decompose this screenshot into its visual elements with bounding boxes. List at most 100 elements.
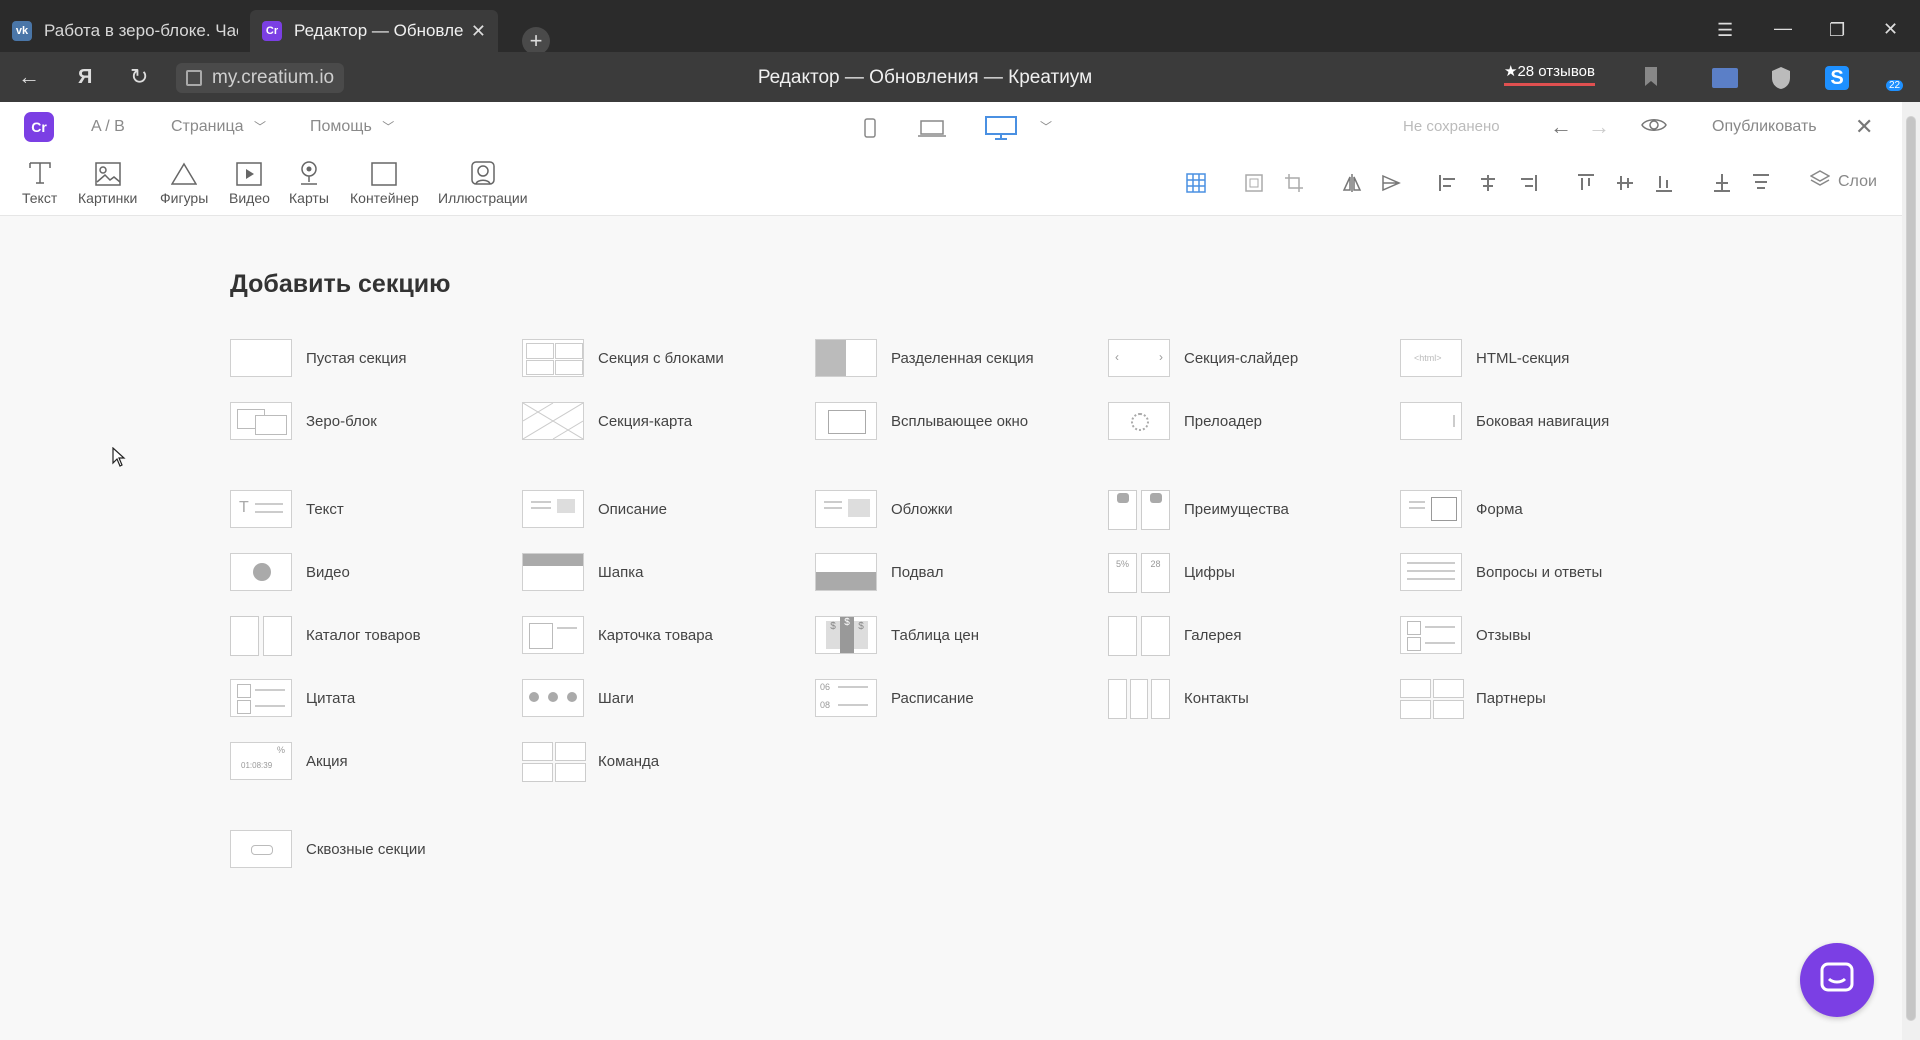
url-field[interactable]: my.creatium.io <box>176 63 345 93</box>
menu-icon[interactable]: ☰ <box>1717 20 1733 41</box>
help-menu[interactable]: Помощь ﹀ <box>310 118 394 136</box>
tool-label: Иллюстрации <box>438 190 528 206</box>
new-tab-button[interactable]: + <box>522 27 550 55</box>
numbers-section-thumb: 5% 28 <box>1108 553 1170 593</box>
tablet-view-icon[interactable] <box>918 120 946 143</box>
section-footer[interactable]: Подвал <box>815 553 943 591</box>
promo-section-thumb: % 01:08:39 <box>230 742 292 780</box>
section-blocks[interactable]: Секция с блоками <box>522 339 724 377</box>
section-promo[interactable]: % 01:08:39 Акция <box>230 742 348 780</box>
align-bottom-icon[interactable] <box>1653 172 1675 194</box>
section-slider[interactable]: ‹ › Секция-слайдер <box>1108 339 1298 377</box>
section-gallery[interactable]: Галерея <box>1108 616 1242 656</box>
undo-icon[interactable]: ← <box>1550 114 1572 140</box>
shield-icon[interactable] <box>1770 66 1794 90</box>
section-map[interactable]: Секция-карта <box>522 402 692 440</box>
section-price-table[interactable]: $ $ $ Таблица цен <box>815 616 979 654</box>
section-quote[interactable]: Цитата <box>230 679 355 717</box>
browser-tab-2[interactable]: Cr Редактор — Обновлени ✕ <box>250 10 498 52</box>
chat-widget-button[interactable] <box>1800 943 1874 1017</box>
section-split[interactable]: Разделенная секция <box>815 339 1034 377</box>
grid-icon[interactable] <box>1185 172 1207 194</box>
tool-video[interactable]: Видео <box>229 158 270 206</box>
tool-container[interactable]: Контейнер <box>350 158 419 206</box>
page-menu[interactable]: Страница ﹀ <box>171 118 266 136</box>
creatium-logo[interactable]: Cr <box>24 112 54 142</box>
illustration-icon <box>470 158 496 186</box>
section-empty[interactable]: Пустая секция <box>230 339 406 377</box>
tool-images[interactable]: Картинки <box>78 158 137 206</box>
section-html[interactable]: <html> HTML-секция <box>1400 339 1569 377</box>
team-section-thumb <box>522 742 586 782</box>
tool-maps[interactable]: Карты <box>289 158 329 206</box>
section-catalog[interactable]: Каталог товаров <box>230 616 421 656</box>
section-advantages[interactable]: Преимущества <box>1108 490 1289 530</box>
align-top-icon[interactable] <box>1575 172 1597 194</box>
tool-text[interactable]: Текст <box>22 158 57 206</box>
align-middle-icon[interactable] <box>1614 172 1636 194</box>
download-icon[interactable]: 22 <box>1880 66 1904 91</box>
yandex-icon[interactable]: Я <box>78 66 92 89</box>
section-steps[interactable]: Шаги <box>522 679 634 717</box>
section-through[interactable]: Сквозные секции <box>230 830 426 868</box>
tool-shapes[interactable]: Фигуры <box>160 158 208 206</box>
browser-tab-1[interactable]: vk Работа в зеро-блоке. Час <box>0 10 250 52</box>
align-left-icon[interactable] <box>1437 172 1459 194</box>
page-scrollbar[interactable] <box>1902 102 1920 1040</box>
section-team[interactable]: Команда <box>522 742 659 782</box>
html-thumb-text: <html> <box>1414 353 1442 363</box>
section-description[interactable]: Описание <box>522 490 667 528</box>
section-zero-block[interactable]: Зеро-блок <box>230 402 377 440</box>
minimize-icon[interactable]: — <box>1774 18 1792 39</box>
close-tab-icon[interactable]: ✕ <box>471 21 486 42</box>
s-extension-icon[interactable]: S <box>1825 66 1849 90</box>
preloader-section-thumb <box>1108 402 1170 440</box>
restore-icon[interactable]: ❐ <box>1829 20 1845 41</box>
section-contacts[interactable]: Контакты <box>1108 679 1249 719</box>
address-bar-row: ← Я ↻ my.creatium.io Редактор — Обновлен… <box>0 52 1920 102</box>
section-preloader[interactable]: Прелоадер <box>1108 402 1262 440</box>
frame-icon[interactable] <box>1243 172 1265 194</box>
close-window-icon[interactable]: ✕ <box>1883 19 1898 40</box>
section-reviews[interactable]: Отзывы <box>1400 616 1531 654</box>
section-faq[interactable]: Вопросы и ответы <box>1400 553 1602 591</box>
device-dropdown-icon[interactable]: ﹀ <box>1040 118 1052 135</box>
flip-vertical-icon[interactable] <box>1341 172 1363 194</box>
bookmark-icon[interactable] <box>1643 66 1667 90</box>
section-numbers[interactable]: 5% 28 Цифры <box>1108 553 1235 593</box>
back-icon[interactable]: ← <box>18 64 40 90</box>
reload-icon[interactable]: ↻ <box>130 64 148 90</box>
footer-section-thumb <box>815 553 877 591</box>
section-popup[interactable]: Всплывающее окно <box>815 402 1028 440</box>
tool-illustrations[interactable]: Иллюстрации <box>438 158 528 206</box>
align-right-icon[interactable] <box>1517 172 1539 194</box>
distribute-horizontal-icon[interactable] <box>1750 172 1772 194</box>
section-form[interactable]: Форма <box>1400 490 1523 528</box>
section-text[interactable]: T Текст <box>230 490 344 528</box>
section-header[interactable]: Шапка <box>522 553 643 591</box>
desktop-view-icon[interactable] <box>985 116 1017 145</box>
browser-chrome: vk Работа в зеро-блоке. Час Cr Редактор … <box>0 0 1920 102</box>
quote-section-thumb <box>230 679 292 717</box>
redo-icon[interactable]: → <box>1588 114 1610 140</box>
preview-eye-icon[interactable] <box>1641 116 1667 139</box>
element-toolbar: Текст Картинки Фигуры Видео Карты Контей… <box>0 150 1902 216</box>
section-video[interactable]: Видео <box>230 553 350 591</box>
close-editor-icon[interactable]: ✕ <box>1855 114 1873 140</box>
crop-icon[interactable] <box>1283 172 1305 194</box>
section-covers[interactable]: Обложки <box>815 490 953 528</box>
distribute-vertical-icon[interactable] <box>1711 172 1733 194</box>
mobile-view-icon[interactable] <box>864 118 876 143</box>
scrollbar-thumb[interactable] <box>1906 116 1916 1021</box>
section-side-nav[interactable]: Боковая навигация <box>1400 402 1609 440</box>
reviews-badge[interactable]: ★28 отзывов <box>1504 62 1595 86</box>
section-schedule[interactable]: 06 08 Расписание <box>815 679 974 717</box>
ab-test-button[interactable]: A / B <box>91 118 125 136</box>
publish-button[interactable]: Опубликовать <box>1712 118 1817 136</box>
flip-horizontal-icon[interactable] <box>1380 172 1402 194</box>
mail-icon[interactable] <box>1712 68 1738 88</box>
layers-button[interactable]: Слои <box>1809 170 1877 193</box>
section-product-card[interactable]: Карточка товара <box>522 616 713 654</box>
section-partners[interactable]: Партнеры <box>1400 679 1546 719</box>
align-center-h-icon[interactable] <box>1477 172 1499 194</box>
